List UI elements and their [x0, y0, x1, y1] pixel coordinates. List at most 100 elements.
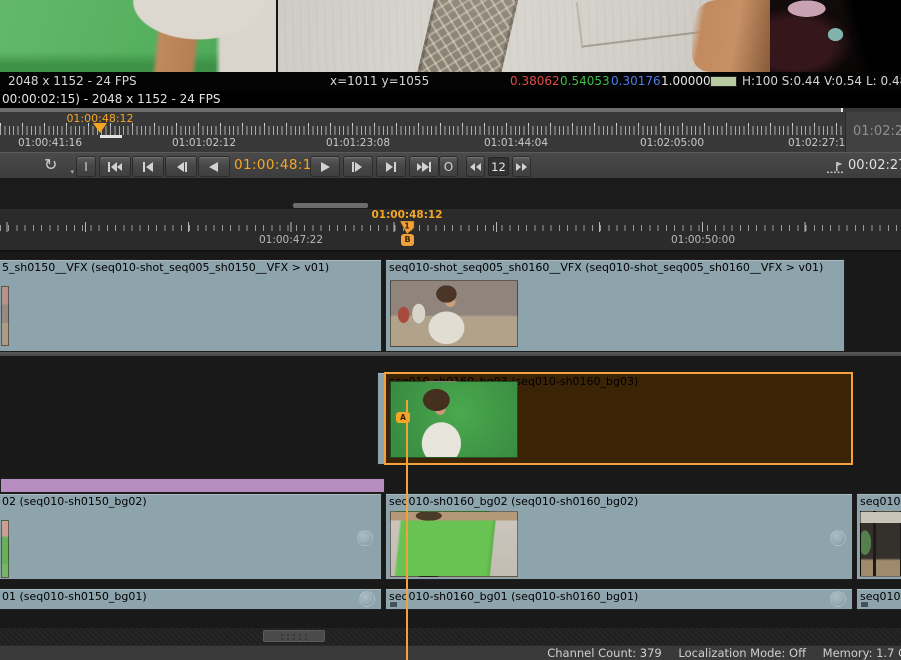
previous-edit-button[interactable]: [132, 156, 164, 177]
timeline-playhead-line[interactable]: [406, 400, 408, 660]
ruler-tick-label: 01:01:44:04: [471, 137, 561, 149]
clip-next-bg01[interactable]: seq010-s: [856, 588, 901, 610]
decrement-frame-step-button[interactable]: [466, 156, 485, 177]
clip-thumbnail: [390, 511, 518, 577]
clip-sh0150-bg01[interactable]: 01 (seq010-sh0150_bg01): [0, 588, 382, 610]
double-left-icon: [470, 163, 481, 171]
play-backward-button[interactable]: [198, 156, 230, 177]
viewer-frame-shirt-closeup: [276, 0, 770, 72]
viewer-current-frame-bar: [100, 135, 122, 138]
viewer-frame-greenscreen: [0, 0, 276, 72]
localization-mode-label: Localization Mode: Off: [678, 646, 806, 660]
next-edit-button[interactable]: [376, 156, 406, 177]
set-in-button[interactable]: I: [76, 156, 96, 177]
frame-step-field[interactable]: 12: [488, 157, 509, 176]
ruler-tick-label: 01:01:23:08: [313, 137, 403, 149]
cursor-position-label: x=1011 y=1055: [330, 74, 429, 88]
next-edit-icon: [383, 161, 399, 173]
clip-info-bar: 00:00:02:15) - 2048 x 1152 - 24 FPS: [0, 91, 901, 108]
channel-count-label: Channel Count: 379: [547, 646, 662, 660]
clip-label: 01 (seq010-sh0150_bg01): [2, 590, 379, 603]
clip-label: seq010-s: [860, 495, 900, 508]
media-globe-icon: [830, 530, 846, 546]
step-back-icon: [173, 161, 189, 173]
go-to-start-button[interactable]: [99, 156, 131, 177]
viewer-frame-background-plate: [770, 0, 901, 72]
viewer-timeline-ruler[interactable]: 01:00:48:12 01:00:41:16 01:01:02:12 01:0…: [0, 108, 901, 152]
skip-to-end-icon: [416, 161, 432, 173]
ruler-tick-label: 01:02:05:00: [627, 137, 717, 149]
memory-usage-label: Memory: 1.7 G: [823, 646, 901, 660]
play-button[interactable]: [310, 156, 340, 177]
pixel-hsv-value: H:100 S:0.44 V:0.54: [742, 74, 862, 88]
clip-label: seq010-sh0160_bg01 (seq010-sh0160_bg01): [389, 590, 850, 603]
play-icon: [317, 161, 333, 173]
ruler-tick-label: 01:01:02:12: [159, 137, 249, 149]
clip-sh0150-bg02[interactable]: 02 (seq010-sh0150_bg02): [0, 493, 382, 580]
set-out-button[interactable]: O: [439, 156, 458, 177]
media-type-icon: [389, 601, 397, 607]
clip-thumbnail: [1, 520, 9, 578]
media-globe-icon: [357, 530, 373, 546]
clip-thumbnail: [860, 511, 901, 577]
scrollbar-thumb[interactable]: [263, 630, 325, 642]
viewer-info-bar: 2048 x 1152 - 24 FPS x=1011 y=1055 0.380…: [0, 72, 901, 91]
media-globe-icon: [830, 591, 846, 607]
clip-sh0160-bg01[interactable]: seq010-sh0160_bg01 (seq010-sh0160_bg01): [385, 588, 853, 610]
playback-mode-button[interactable]: ↻ ▾: [44, 155, 72, 177]
increment-frame-step-button[interactable]: [512, 156, 531, 177]
sequence-end-timecode: 01:02:27:10: [845, 112, 901, 152]
ruler-tick-label: 01:00:47:22: [241, 234, 341, 246]
viewer-playhead-marker[interactable]: [93, 123, 107, 133]
clip-sh0160-bg02[interactable]: seq010-sh0160_bg02 (seq010-sh0160_bg02): [385, 493, 853, 580]
timeline-zoom-scrollbar[interactable]: [293, 203, 368, 208]
pixel-luma-value: L: 0.48: [866, 74, 901, 88]
compositing-app-window: 2048 x 1152 - 24 FPS x=1011 y=1055 0.380…: [0, 0, 901, 660]
chevron-down-icon: ▾: [70, 168, 74, 176]
viewer-image-area[interactable]: [0, 0, 901, 72]
step-forward-button[interactable]: [343, 156, 373, 177]
clip-sh0160-vfx[interactable]: seq010-shot_seq005_sh0160__VFX (seq010-s…: [385, 259, 845, 352]
svg-text:1: 1: [404, 222, 409, 231]
clip-label: 5_sh0150__VFX (seq010-shot_seq005_sh0150…: [2, 261, 379, 274]
play-backward-icon: [206, 161, 222, 173]
pixel-alpha-value: 1.00000: [661, 74, 711, 88]
arm-detail: [692, 0, 770, 72]
previous-edit-icon: [140, 161, 156, 173]
double-right-icon: [516, 163, 527, 171]
clip-label: seq010-sh0160_bg02 (seq010-sh0160_bg02): [389, 495, 850, 508]
clip-thumbnail: [1, 286, 9, 346]
clip-sh0150-vfx[interactable]: 5_sh0150__VFX (seq010-shot_seq005_sh0150…: [0, 259, 382, 352]
resolution-label: 2048 x 1152 - 24 FPS: [8, 74, 137, 88]
timeline-horizontal-scrollbar[interactable]: [0, 628, 901, 645]
step-back-button[interactable]: [165, 156, 197, 177]
clip-next-bg02[interactable]: seq010-s: [856, 493, 901, 580]
go-to-end-button[interactable]: [409, 156, 439, 177]
media-globe-icon: [359, 591, 375, 607]
skip-to-start-icon: [107, 161, 123, 173]
timeline-ruler-minor-ticks: [0, 225, 901, 231]
tie-detail: [414, 0, 520, 72]
ruler-tick-label: 01:00:41:16: [5, 137, 95, 149]
clip-sh0160-bg03-selected[interactable]: seq010-sh0160_bg03 (seq010-sh0160_bg03) …: [384, 372, 853, 465]
ruler-tick-label: 01:00:50:00: [653, 234, 753, 246]
pixel-blue-value: 0.30176: [611, 74, 661, 88]
pixel-color-swatch: [710, 76, 737, 87]
timeline-panel: 01:00:48:12 1 B 01:00:47:22 01:00:50:00 …: [0, 178, 901, 645]
sequence-duration: 00:02:27: [848, 158, 901, 173]
pixel-red-value: 0.38062: [510, 74, 560, 88]
loop-icon: ↻: [44, 155, 57, 174]
transport-timecode[interactable]: 01:00:48:12: [234, 157, 321, 173]
pocket-detail: [576, 0, 711, 48]
clip-thumbnail: [390, 280, 518, 347]
timeline-ruler[interactable]: 01:00:48:12 1 B 01:00:47:22 01:00:50:00: [0, 209, 901, 252]
viewer-ruler-minor-ticks: [0, 126, 843, 135]
clip-label: seq010-shot_seq005_sh0160__VFX (seq010-s…: [389, 261, 842, 274]
track-separator: [0, 352, 901, 356]
scrollbar-grip-dots: [279, 633, 309, 641]
clip-purple-collapsed[interactable]: [0, 478, 385, 493]
media-type-icon: [860, 601, 868, 607]
clip-label: 02 (seq010-sh0150_bg02): [2, 495, 379, 508]
clip-format-label: 00:00:02:15) - 2048 x 1152 - 24 FPS: [2, 92, 220, 106]
marker-b-badge[interactable]: B: [401, 234, 414, 246]
